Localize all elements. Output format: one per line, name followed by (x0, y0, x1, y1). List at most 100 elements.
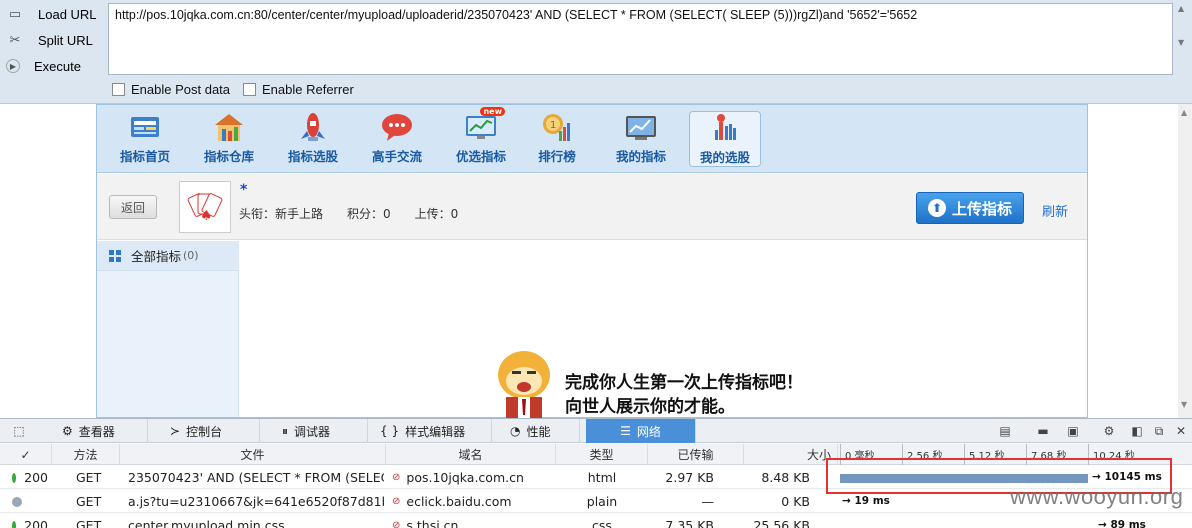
back-button[interactable]: 返回 (109, 195, 157, 219)
svg-text:1: 1 (550, 120, 556, 131)
status-dot (12, 472, 17, 483)
url-input[interactable]: http://pos.10jqka.com.cn:80/center/cente… (108, 3, 1173, 75)
inspect-picker-icon[interactable]: ⬚ (10, 422, 28, 440)
transferred-cell: — (701, 494, 715, 509)
col-status[interactable]: ✓ (0, 444, 52, 465)
size-cell: 25.56 KB (753, 518, 810, 528)
scroll-down-icon: ▼ (1178, 38, 1185, 47)
type-cell: html (587, 470, 617, 485)
nav-item-stock-picker[interactable]: 指标选股 (277, 111, 349, 167)
user-title: 头衔：新手上路 (239, 207, 324, 221)
enable-referrer-label: Enable Referrer (262, 82, 354, 97)
tab-label: 控制台 (186, 424, 223, 439)
empty-message-line1: 完成你人生第一次上传指标吧！ (565, 373, 803, 393)
nav-item-warehouse[interactable]: 指标仓库 (193, 111, 265, 167)
refresh-link[interactable]: 刷新 (1042, 201, 1068, 220)
grid-icon (109, 249, 121, 262)
enable-post-label: Enable Post data (131, 82, 231, 97)
insecure-lock-icon: ⊘ (392, 520, 401, 528)
nav-item-expert-chat[interactable]: 高手交流 (361, 111, 433, 167)
browser-window: ▭ Load URL ✂ Split URL ▶ Execute http://… (0, 0, 1192, 528)
col-type[interactable]: 类型 (556, 444, 648, 465)
tab-debugger[interactable]: ⏸ 调试器 (272, 419, 368, 443)
responsive-icon[interactable]: ▬ (1034, 422, 1052, 440)
method-cell: GET (76, 470, 102, 485)
user-bar: 返回 ♠ * 头衔：新手上路 积分：0 上传：0 ⬆ 上传指标 刷新 (97, 174, 1087, 240)
transferred-cell: 7.35 KB (665, 518, 714, 528)
undock-icon[interactable]: ⧉ (1150, 422, 1168, 440)
performance-icon: ◔ (510, 424, 521, 438)
split-console-icon[interactable]: ▤ (996, 422, 1014, 440)
sidebar-item-count: (0) (183, 249, 199, 262)
table-row[interactable]: 200 GET center.myupload.min.css ⊘ s.thsi.… (0, 514, 1192, 528)
file-cell: center.myupload.min.css (128, 518, 285, 528)
screenshot-icon[interactable]: ▣ (1064, 422, 1082, 440)
checkbox-box (243, 83, 256, 96)
split-url-label: Split URL (38, 32, 93, 48)
tab-style-editor[interactable]: { } 样式编辑器 (370, 419, 492, 443)
console-icon: ≻ (170, 424, 181, 438)
close-devtools-icon[interactable]: ✕ (1172, 422, 1190, 440)
col-file[interactable]: 文件 (120, 444, 386, 465)
status-cell: 200 (6, 466, 54, 489)
status-dot (12, 496, 22, 507)
col-method[interactable]: 方法 (52, 444, 120, 465)
nav-label: 指标首页 (119, 149, 170, 164)
nav-item-my-indicators[interactable]: 我的指标 (605, 111, 677, 167)
playing-cards-icon: ♠ (187, 193, 223, 224)
hackbar-scrollbar[interactable]: ▲ ▼ (1174, 0, 1192, 104)
nav-item-ranking[interactable]: 1 排行榜 (521, 111, 593, 167)
timing-label: → 19 ms (842, 495, 890, 507)
size-cell: 8.48 KB (761, 470, 810, 485)
tab-network[interactable]: ☰ 网络 (586, 419, 696, 443)
svg-text:♠: ♠ (200, 208, 213, 224)
status-cell (6, 490, 54, 513)
file-cell: a.js?tu=u2310667&jk=641e6520f87d81ba... (128, 494, 384, 509)
user-uploads: 上传：0 (414, 207, 459, 221)
col-size[interactable]: 大小 (744, 444, 838, 465)
dock-side-icon[interactable]: ◧ (1128, 422, 1146, 440)
transferred-cell: 2.97 KB (665, 470, 714, 485)
domain-cell: ⊘ s.thsi.cn (386, 514, 556, 528)
enable-referrer-checkbox[interactable]: Enable Referrer (243, 82, 354, 97)
split-url-button[interactable]: ✂ Split URL (6, 29, 93, 51)
scroll-down-icon: ▼ (1181, 400, 1188, 409)
scroll-up-icon: ▲ (1181, 108, 1188, 117)
nav-label: 高手交流 (371, 149, 422, 164)
avatar: ♠ (179, 181, 231, 233)
col-domain[interactable]: 域名 (386, 444, 556, 465)
tab-inspector[interactable]: ⚙ 查看器 (52, 419, 148, 443)
size-cell: 0 KB (781, 494, 810, 509)
page-scrollbar[interactable]: ▲ ▼ (1178, 104, 1192, 418)
warehouse-icon (211, 111, 247, 143)
indicator-center-frame: 指标首页 指标仓库 指标选股 高手交流 new 优选指标 1 排行榜 我的指标 … (96, 104, 1088, 419)
nav-item-my-stocks[interactable]: 我的选股 (689, 111, 761, 167)
load-url-button[interactable]: ▭ Load URL (6, 3, 97, 25)
col-transferred[interactable]: 已传输 (648, 444, 744, 465)
execute-button[interactable]: ▶ Execute (6, 55, 81, 77)
sidebar-item-all[interactable]: 全部指标 (0) (97, 241, 239, 271)
username: * (240, 182, 248, 198)
page-content: 指标首页 指标仓库 指标选股 高手交流 new 优选指标 1 排行榜 我的指标 … (0, 104, 1192, 419)
domain-text: s.thsi.cn (406, 518, 459, 528)
tab-performance[interactable]: ◔ 性能 (500, 419, 580, 443)
insecure-lock-icon: ⊘ (392, 496, 401, 507)
scissors-icon: ✂ (9, 32, 21, 47)
nav-label: 指标选股 (287, 149, 338, 164)
upload-indicator-button[interactable]: ⬆ 上传指标 (916, 192, 1024, 224)
nav-item-featured[interactable]: new 优选指标 (445, 107, 517, 167)
monitor-chart-icon: new (463, 107, 505, 143)
user-stats: 头衔：新手上路 积分：0 上传：0 (239, 205, 458, 222)
inspector-icon: ⚙ (62, 424, 73, 438)
watermark: www.wooyun.org (1010, 484, 1184, 509)
enable-post-checkbox[interactable]: Enable Post data (112, 82, 230, 97)
nav-label: 指标仓库 (203, 149, 254, 164)
settings-gear-icon[interactable]: ⚙ (1100, 422, 1118, 440)
domain-cell: ⊘ eclick.baidu.com (386, 490, 556, 513)
back-label: 返回 (120, 200, 145, 215)
tab-label: 性能 (526, 424, 551, 439)
tab-console[interactable]: ≻ 控制台 (160, 419, 260, 443)
nav-item-home[interactable]: 指标首页 (109, 111, 181, 167)
timing-label: → 89 ms (1098, 519, 1146, 528)
hackbar-panel: ▭ Load URL ✂ Split URL ▶ Execute http://… (0, 0, 1192, 104)
